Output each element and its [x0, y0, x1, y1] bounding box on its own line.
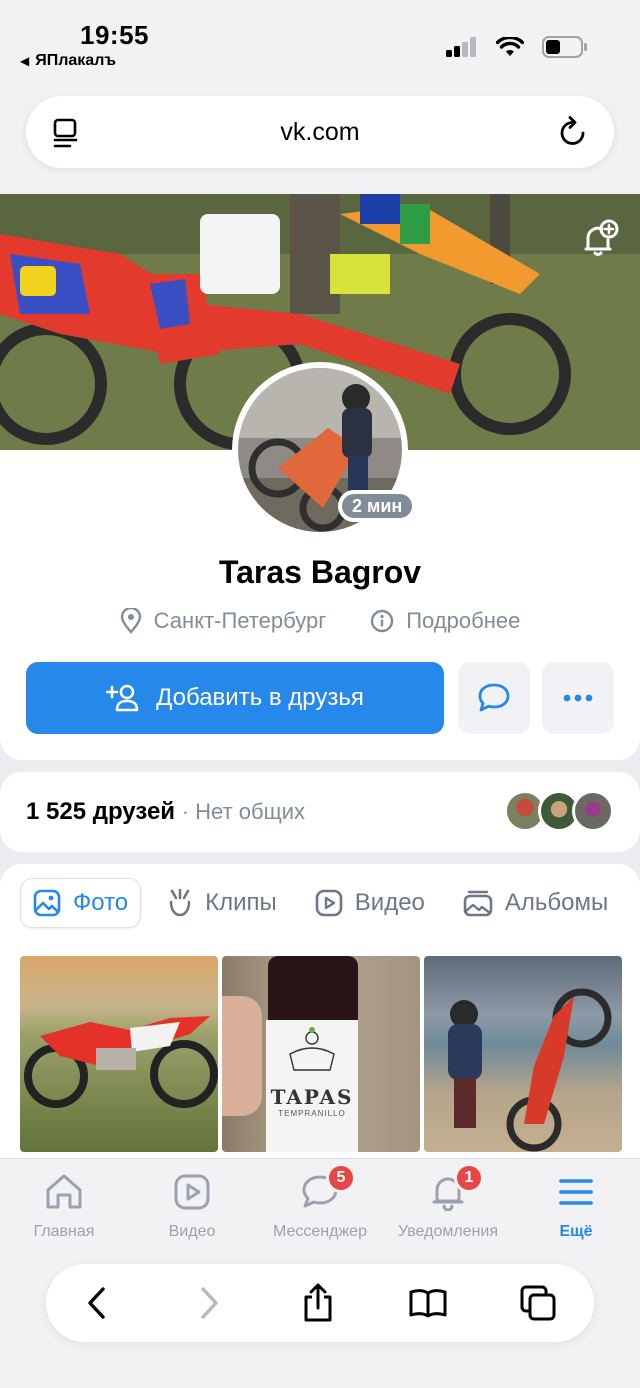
battery-icon	[542, 36, 587, 58]
tabs-icon	[520, 1285, 556, 1321]
menu-icon	[559, 1179, 593, 1205]
tab-video[interactable]: Видео	[303, 878, 437, 928]
clips-icon	[169, 888, 191, 917]
details-link[interactable]: Подробнее	[406, 608, 520, 634]
friends-card[interactable]: 1 525 друзей · Нет общих	[0, 772, 640, 852]
address-bar[interactable]: vk.com	[26, 96, 614, 168]
share-icon	[304, 1283, 332, 1322]
info-circle-icon[interactable]	[370, 609, 394, 633]
back-triangle-icon: ◀	[20, 54, 30, 68]
tabbar-label-more: Ещё	[559, 1223, 593, 1240]
photo-thumbnail-wine-bottle[interactable]: TAPAS TEMPRANILLO	[222, 956, 420, 1152]
cellular-signal-icon	[446, 37, 476, 57]
add-user-icon	[106, 684, 139, 712]
wheelie-image	[448, 988, 612, 1152]
browser-toolbar	[46, 1264, 594, 1342]
profile-info-row: Санкт-Петербург Подробнее	[0, 608, 640, 634]
messenger-badge: 5	[326, 1163, 356, 1193]
add-friend-button[interactable]: Добавить в друзья	[26, 662, 444, 734]
bottle-label-sub: TEMPRANILLO	[278, 1109, 346, 1118]
message-button[interactable]	[458, 662, 530, 734]
tabbar-item-notifications[interactable]: 1 Уведомления	[384, 1163, 512, 1241]
reload-icon[interactable]	[558, 116, 588, 148]
browser-top-chrome: 19:55 ◀ ЯПлакалъ vk.com	[0, 0, 640, 194]
tabbar-label-notifications: Уведомления	[397, 1223, 499, 1240]
video-play-icon	[315, 889, 343, 917]
tabbar-item-video[interactable]: Видео	[128, 1169, 256, 1241]
status-indicators	[446, 36, 588, 58]
browser-bookmarks-button[interactable]	[408, 1283, 448, 1323]
dirt-bike-image	[24, 1016, 218, 1108]
bottle-label-drawing	[289, 1027, 335, 1071]
bottle-label: TAPAS TEMPRANILLO	[266, 1020, 358, 1152]
tab-clips-label: Клипы	[205, 889, 277, 916]
tabbar-label-video: Видео	[168, 1223, 216, 1240]
profile-card: 2 мин Taras Bagrov Санкт-Петербург Подро…	[0, 194, 640, 760]
home-icon	[46, 1174, 82, 1209]
tab-albums-label: Альбомы	[504, 889, 609, 916]
friends-avatars[interactable]	[504, 790, 614, 832]
tabbar-label-messenger: Мессенджер	[273, 1223, 367, 1240]
wifi-icon	[496, 37, 524, 56]
url-text: vk.com	[280, 118, 360, 146]
more-dots-icon	[563, 694, 593, 702]
last-seen-badge: 2 мин	[338, 490, 417, 522]
friends-count: 1 525 друзей	[26, 798, 176, 825]
tabbar-item-more[interactable]: Ещё	[512, 1169, 640, 1241]
photo-grid: TAPAS TEMPRANILLO	[20, 956, 622, 1152]
book-icon	[409, 1289, 447, 1318]
friends-summary: 1 525 друзей · Нет общих	[26, 798, 305, 826]
mutual-friends: · Нет общих	[181, 799, 305, 824]
tab-albums[interactable]: Альбомы	[451, 878, 620, 928]
status-time: 19:55	[80, 20, 149, 50]
browser-share-button[interactable]	[298, 1283, 338, 1323]
tab-photos-label: Фото	[73, 889, 129, 916]
hand-shape	[222, 996, 262, 1116]
tab-clips[interactable]: Клипы	[155, 878, 289, 928]
chevron-left-icon	[88, 1287, 105, 1319]
browser-forward-button[interactable]	[190, 1283, 230, 1323]
photo-icon	[33, 889, 61, 917]
back-to-app-link[interactable]: ◀ ЯПлакалъ	[20, 52, 116, 70]
profile-name: Taras Bagrov	[218, 554, 422, 590]
bottle-label-main: TAPAS	[270, 1085, 354, 1109]
browser-back-button[interactable]	[76, 1283, 116, 1323]
photo-thumbnail-wheelie[interactable]	[424, 956, 622, 1152]
profile-city: Санкт-Петербург	[153, 608, 327, 633]
video-icon	[174, 1174, 210, 1210]
message-bubble-icon	[478, 683, 510, 712]
more-actions-button[interactable]	[542, 662, 614, 734]
tabbar-item-home[interactable]: Главная	[0, 1169, 128, 1241]
tab-photos[interactable]: Фото	[20, 878, 142, 928]
friend-avatar	[572, 790, 614, 832]
tabbar-label-home: Главная	[33, 1223, 95, 1240]
media-tabs: Фото Клипы Видео Альбомы	[20, 878, 620, 928]
tabbar-item-messenger[interactable]: 5 Мессенджер	[256, 1163, 384, 1241]
notifications-badge: 1	[454, 1163, 484, 1193]
back-app-label: ЯПлакалъ	[35, 52, 117, 69]
location-pin-icon	[120, 608, 141, 634]
browser-tabs-button[interactable]	[518, 1283, 558, 1323]
albums-icon	[463, 890, 493, 917]
subscribe-bell-icon[interactable]	[578, 218, 620, 260]
tab-video-label: Видео	[354, 889, 425, 916]
photo-thumbnail-motorcycle[interactable]	[20, 956, 218, 1152]
add-friend-label: Добавить в друзья	[156, 684, 364, 711]
chevron-right-icon	[201, 1287, 218, 1319]
